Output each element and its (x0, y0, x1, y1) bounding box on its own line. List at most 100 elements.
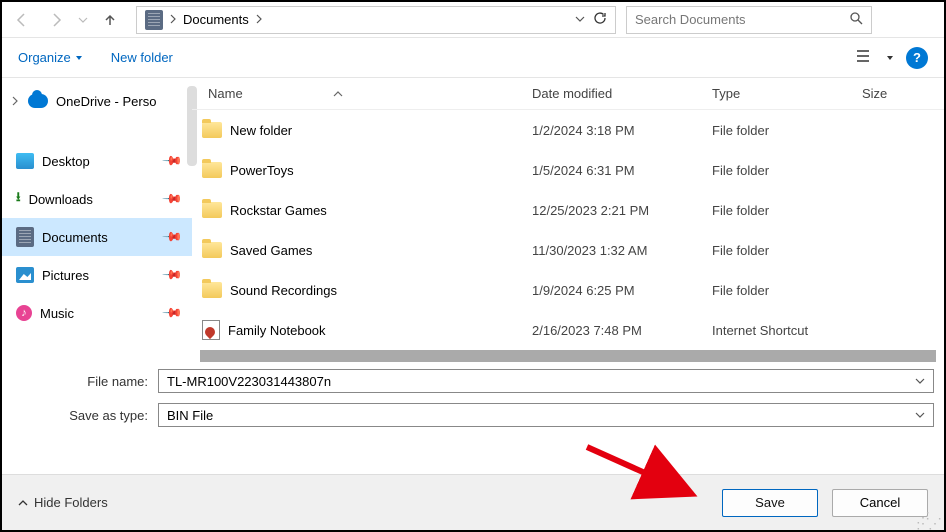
file-row[interactable]: New folder 1/2/2024 3:18 PMFile folder (192, 110, 944, 150)
documents-icon (16, 227, 34, 247)
tree-item-onedrive[interactable]: OneDrive - Perso (2, 82, 192, 120)
onedrive-icon (28, 94, 48, 108)
nav-back-icon[interactable] (6, 4, 38, 36)
file-date: 11/30/2023 1:32 AM (516, 243, 696, 258)
file-name: Family Notebook (228, 323, 326, 338)
tree-label: OneDrive - Perso (56, 94, 156, 109)
organize-menu[interactable]: Organize (18, 50, 83, 65)
chevron-up-icon (18, 498, 28, 508)
col-label: Name (208, 86, 243, 101)
tree-label: Documents (42, 230, 108, 245)
file-type: File folder (696, 243, 846, 258)
search-icon[interactable] (849, 11, 863, 28)
caret-down-icon (75, 54, 83, 62)
chevron-right-icon[interactable] (169, 12, 177, 27)
sort-caret-up-icon (333, 86, 343, 101)
file-date: 1/2/2024 3:18 PM (516, 123, 696, 138)
view-options-icon[interactable] (856, 49, 874, 66)
search-placeholder: Search Documents (635, 12, 849, 27)
file-type: File folder (696, 203, 846, 218)
pictures-icon (16, 267, 34, 283)
file-name: Rockstar Games (230, 203, 327, 218)
folder-icon (202, 242, 222, 258)
chevron-right-icon[interactable] (255, 12, 263, 27)
tree-item-pictures[interactable]: Pictures 📌 (2, 256, 192, 294)
file-row[interactable]: Saved Games11/30/2023 1:32 AMFile folder (192, 230, 944, 270)
file-type: File folder (696, 123, 846, 138)
documents-location-icon (145, 10, 163, 30)
nav-recent-dropdown-icon[interactable] (74, 4, 92, 36)
file-type: File folder (696, 163, 846, 178)
horizontal-scrollbar[interactable] (200, 350, 936, 362)
file-type: Internet Shortcut (696, 323, 846, 338)
save-label: Save (755, 495, 785, 510)
music-icon: ♪ (16, 305, 32, 321)
organize-label: Organize (18, 50, 71, 65)
file-date: 1/9/2024 6:25 PM (516, 283, 696, 298)
shortcut-icon (202, 320, 220, 340)
nav-up-icon[interactable] (94, 4, 126, 36)
file-name: New folder (230, 123, 292, 138)
file-row[interactable]: PowerToys 1/5/2024 6:31 PMFile folder (192, 150, 944, 190)
resize-grip-icon[interactable]: ⋰⋰⋰ (916, 514, 940, 526)
file-date: 12/25/2023 2:21 PM (516, 203, 696, 218)
col-label: Type (712, 86, 740, 101)
save-as-type-label: Save as type: (12, 408, 158, 423)
navigation-tree: OneDrive - Perso Desktop 📌 ⭳ Downloads 📌… (2, 78, 192, 356)
save-as-type-select[interactable]: BIN File (158, 403, 934, 427)
col-label: Date modified (532, 86, 612, 101)
file-type: File folder (696, 283, 846, 298)
folder-icon (202, 282, 222, 298)
column-header-type[interactable]: Type (696, 86, 846, 101)
caret-down-icon[interactable] (886, 54, 894, 62)
hide-folders-toggle[interactable]: Hide Folders (18, 495, 108, 510)
file-date: 2/16/2023 7:48 PM (516, 323, 696, 338)
help-icon[interactable]: ? (906, 47, 928, 69)
dropdown-caret-icon[interactable] (915, 408, 925, 423)
desktop-icon (16, 153, 34, 169)
downloads-icon: ⭳ (16, 188, 21, 210)
tree-label: Pictures (42, 268, 89, 283)
file-name: PowerToys (230, 163, 294, 178)
column-header-size[interactable]: Size (846, 86, 944, 101)
breadcrumb-label[interactable]: Documents (183, 12, 249, 27)
save-button[interactable]: Save (722, 489, 818, 517)
tree-label: Music (40, 306, 74, 321)
pin-icon: 📌 (161, 150, 184, 173)
chevron-right-icon[interactable] (10, 96, 20, 106)
nav-forward-icon[interactable] (40, 4, 72, 36)
search-input[interactable]: Search Documents (626, 6, 872, 34)
pin-icon: 📌 (161, 264, 184, 287)
tree-item-downloads[interactable]: ⭳ Downloads 📌 (2, 180, 192, 218)
file-list-header: Name Date modified Type Size (192, 78, 944, 110)
file-name-value: TL-MR100V223031443807n (167, 374, 331, 389)
tree-item-desktop[interactable]: Desktop 📌 (2, 142, 192, 180)
folder-icon (202, 202, 222, 218)
address-bar[interactable]: Documents (136, 6, 616, 34)
column-header-name[interactable]: Name (192, 86, 516, 101)
pin-icon: 📌 (161, 302, 184, 325)
file-name-input[interactable]: TL-MR100V223031443807n (158, 369, 934, 393)
file-row[interactable]: Family Notebook 2/16/2023 7:48 PMInternet… (192, 310, 944, 350)
file-name: Sound Recordings (230, 283, 337, 298)
file-list: New folder1/2/2024 3:18 PMFile folderPow… (192, 110, 944, 350)
new-folder-button[interactable]: New folder (111, 50, 173, 65)
refresh-icon[interactable] (593, 11, 607, 28)
folder-icon (202, 122, 222, 138)
file-row[interactable]: Rockstar Games 12/25/2023 2:21 PMFile fol… (192, 190, 944, 230)
new-folder-label: New folder (111, 50, 173, 65)
pin-icon: 📌 (161, 188, 184, 211)
cancel-label: Cancel (860, 495, 900, 510)
file-date: 1/5/2024 6:31 PM (516, 163, 696, 178)
address-dropdown-icon[interactable] (575, 12, 585, 27)
col-label: Size (862, 86, 887, 101)
dropdown-caret-icon[interactable] (915, 374, 925, 389)
tree-label: Desktop (42, 154, 90, 169)
cancel-button[interactable]: Cancel (832, 489, 928, 517)
tree-item-documents[interactable]: Documents 📌 (2, 218, 192, 256)
tree-item-music[interactable]: ♪ Music 📌 (2, 294, 192, 332)
folder-icon (202, 162, 222, 178)
file-row[interactable]: Sound Recordings 1/9/2024 6:25 PMFile fol… (192, 270, 944, 310)
column-header-date[interactable]: Date modified (516, 86, 696, 101)
tree-label: Downloads (29, 192, 93, 207)
